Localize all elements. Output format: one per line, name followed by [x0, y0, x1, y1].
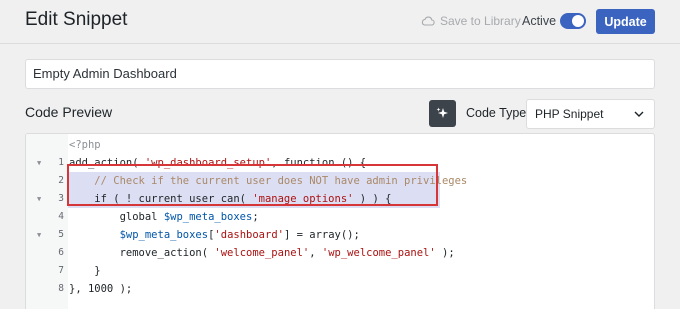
- fold-arrow-icon[interactable]: ▼: [37, 154, 45, 172]
- cloud-icon: [421, 16, 435, 26]
- highlight-annotation-box: [67, 164, 438, 206]
- line-number: 6: [58, 247, 64, 258]
- page-title: Edit Snippet: [25, 9, 128, 30]
- code-token: $wp_meta_boxes: [119, 229, 209, 241]
- php-open-line: <?php: [26, 136, 654, 154]
- save-to-library-label: Save to Library: [440, 14, 521, 28]
- code-type-label: Code Type: [466, 106, 527, 120]
- header-divider: [0, 43, 680, 44]
- php-open-tag: <?php: [69, 139, 101, 151]
- line-number: 1: [58, 157, 64, 168]
- line-number: 7: [58, 265, 64, 276]
- code-token: remove_action(: [69, 247, 215, 259]
- code-editor[interactable]: <?php ▼ 1 add_action( 'wp_dashboard_setu…: [25, 133, 655, 309]
- ai-sparkle-button[interactable]: [429, 100, 456, 127]
- toggle-knob: [572, 15, 584, 27]
- fold-arrow-icon[interactable]: ▼: [37, 226, 45, 244]
- fold-arrow-icon[interactable]: ▼: [37, 190, 45, 208]
- code-token: 'dashboard': [214, 229, 284, 241]
- line-number: 8: [58, 283, 64, 294]
- code-token: global: [69, 211, 164, 223]
- code-line: ▼ 5 $wp_meta_boxes['dashboard'] = array(…: [26, 226, 654, 244]
- chevron-down-icon: [634, 111, 644, 117]
- code-line: 6 remove_action( 'welcome_panel', 'wp_we…: [26, 244, 654, 262]
- active-toggle[interactable]: [560, 13, 586, 29]
- code-preview-heading: Code Preview: [25, 104, 113, 120]
- code-token: ] = array();: [283, 229, 360, 241]
- code-token: $wp_meta_boxes: [163, 211, 253, 223]
- update-button[interactable]: Update: [596, 9, 655, 34]
- save-to-library-button[interactable]: Save to Library: [421, 14, 521, 28]
- code-token: }, 1000 );: [69, 283, 133, 295]
- code-token: }: [69, 265, 101, 277]
- code-token: ;: [252, 211, 259, 223]
- snippet-title-input[interactable]: Empty Admin Dashboard: [25, 59, 655, 89]
- code-type-value: PHP Snippet: [535, 107, 604, 121]
- code-token: 'welcome_panel': [214, 247, 310, 259]
- sparkle-icon: [436, 107, 448, 118]
- code-line: 4 global $wp_meta_boxes;: [26, 208, 654, 226]
- line-number: 4: [58, 211, 64, 222]
- code-line: 8 }, 1000 );: [26, 280, 654, 298]
- line-number: 5: [58, 229, 64, 240]
- active-label: Active: [522, 14, 557, 28]
- line-number: 2: [58, 175, 64, 186]
- code-token: ,: [309, 247, 322, 259]
- code-token: 'wp_welcome_panel': [321, 247, 436, 259]
- code-line: 7 }: [26, 262, 654, 280]
- code-token: );: [435, 247, 455, 259]
- line-number: 3: [58, 193, 64, 204]
- code-type-select[interactable]: PHP Snippet: [526, 99, 655, 129]
